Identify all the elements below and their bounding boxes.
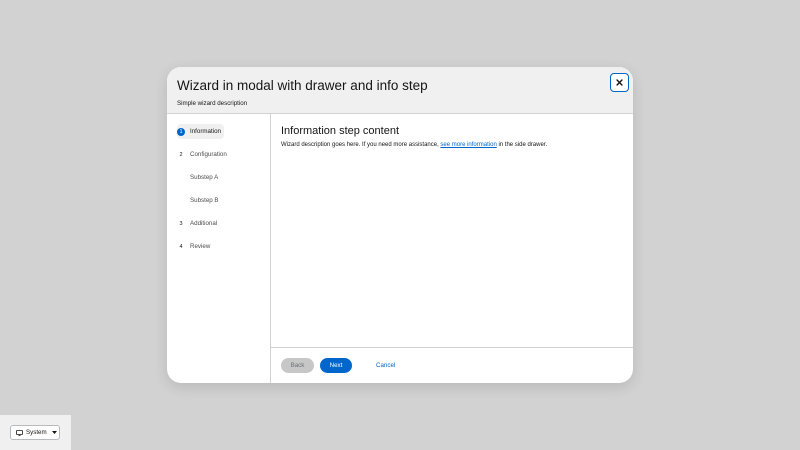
wizard-content: Information step content Wizard descript… xyxy=(271,114,633,383)
step-number-badge: 3 xyxy=(179,220,183,227)
modal-body: 1 Information 2 Configuration Substep A … xyxy=(167,114,633,383)
description-text-end: in the side drawer. xyxy=(496,142,548,148)
step-number-badge: 1 xyxy=(177,127,185,136)
nav-substep-b[interactable]: Substep B xyxy=(177,193,270,208)
nav-step-label: Substep A xyxy=(190,174,219,181)
close-icon xyxy=(616,79,623,86)
theme-select[interactable]: System xyxy=(10,425,60,440)
nav-step-label: Review xyxy=(190,243,211,250)
nav-step-information[interactable]: 1 Information xyxy=(177,124,224,139)
nav-step-additional[interactable]: 3 Additional xyxy=(177,216,270,231)
nav-step-label: Substep B xyxy=(190,197,219,204)
nav-step-label: Configuration xyxy=(190,151,227,158)
theme-select-value: System xyxy=(26,429,47,436)
theme-panel: System xyxy=(0,415,71,450)
nav-step-label: Information xyxy=(190,128,221,135)
wizard-footer: Back Next Cancel xyxy=(271,347,633,383)
step-description: Wizard description goes here. If you nee… xyxy=(281,142,623,148)
modal-header: Wizard in modal with drawer and info ste… xyxy=(167,67,633,114)
back-button[interactable]: Back xyxy=(281,358,314,373)
wizard-modal: Wizard in modal with drawer and info ste… xyxy=(167,67,633,383)
nav-step-review[interactable]: 4 Review xyxy=(177,239,270,254)
step-title: Information step content xyxy=(281,125,400,137)
modal-description: Simple wizard description xyxy=(177,100,248,107)
step-number-badge: 2 xyxy=(179,151,183,158)
nav-substep-a[interactable]: Substep A xyxy=(177,170,270,185)
modal-title: Wizard in modal with drawer and info ste… xyxy=(177,78,428,93)
description-text: Wizard description goes here. If you nee… xyxy=(281,142,441,148)
cancel-button[interactable]: Cancel xyxy=(366,358,405,373)
nav-step-label: Additional xyxy=(190,220,218,227)
nav-step-configuration[interactable]: 2 Configuration xyxy=(177,147,270,162)
wizard-nav: 1 Information 2 Configuration Substep A … xyxy=(167,114,271,383)
see-more-information-link[interactable]: see more information xyxy=(440,142,496,148)
monitor-icon xyxy=(16,429,23,436)
caret-down-icon xyxy=(51,431,57,434)
next-button[interactable]: Next xyxy=(320,358,352,373)
close-button[interactable] xyxy=(610,73,629,92)
step-number-badge: 4 xyxy=(179,243,183,250)
